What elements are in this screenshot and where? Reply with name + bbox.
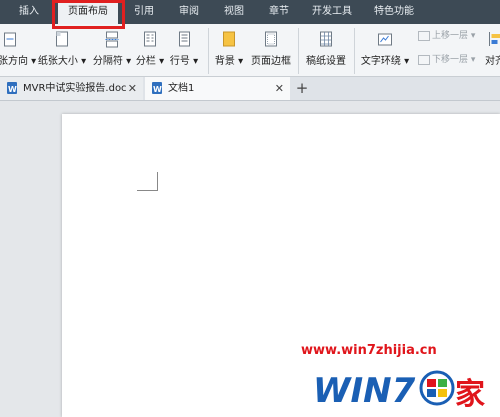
text-wrap-button[interactable]: 文字环绕 ▾: [358, 24, 412, 76]
separator-button[interactable]: 分隔符 ▾: [90, 24, 134, 76]
page-border-icon: [265, 31, 277, 47]
line-numbers-icon: [179, 31, 190, 47]
document-tab[interactable]: MVR中试实验报告.doc ✕: [0, 77, 143, 101]
new-tab-button[interactable]: +: [294, 77, 310, 100]
align-button[interactable]: 对齐: [480, 24, 500, 76]
ribbon: 纸张方向 ▾ 纸张大小 ▾ 分隔符 ▾ 分栏 ▾ 行号 ▾ 背景 ▾ 页面边框 …: [0, 24, 500, 97]
close-tab-icon[interactable]: ✕: [275, 77, 284, 100]
logo-text: WIN7: [313, 371, 416, 411]
tab-developer[interactable]: 开发工具: [312, 0, 352, 24]
align-icon: [489, 32, 500, 46]
bring-forward-button[interactable]: 上移一层 ▾: [418, 28, 475, 44]
columns-icon: [144, 31, 156, 47]
orientation-button[interactable]: 纸张方向 ▾: [0, 24, 36, 76]
tab-special[interactable]: 特色功能: [374, 0, 414, 24]
send-backward-icon: [418, 54, 430, 65]
manuscript-settings-button[interactable]: 稿纸设置: [302, 24, 350, 76]
paper-size-icon: [56, 31, 68, 47]
columns-button[interactable]: 分栏 ▾: [134, 24, 166, 76]
logo-char: 家: [455, 377, 485, 412]
line-numbers-button[interactable]: 行号 ▾: [167, 24, 201, 76]
ribbon-divider: [354, 28, 355, 74]
tab-section[interactable]: 章节: [269, 0, 289, 24]
word-doc-icon: [7, 78, 17, 101]
document-tab-bar: MVR中试实验报告.doc ✕ 文档1 ✕ +: [0, 77, 500, 101]
word-doc-icon: [152, 78, 162, 101]
watermark-logo: WIN7 家: [313, 370, 485, 412]
tab-review[interactable]: 审阅: [179, 0, 199, 24]
background-icon: [223, 31, 235, 47]
page-border-button[interactable]: 页面边框: [248, 24, 294, 76]
tab-insert[interactable]: 插入: [19, 0, 39, 24]
orientation-icon: [4, 32, 16, 47]
document-tab-active[interactable]: 文档1 ✕: [145, 77, 290, 101]
paper-size-button[interactable]: 纸张大小 ▾: [36, 24, 88, 76]
tab-view[interactable]: 视图: [224, 0, 244, 24]
ribbon-divider: [298, 28, 299, 74]
manuscript-icon: [320, 31, 332, 47]
send-backward-button[interactable]: 下移一层 ▾: [418, 52, 475, 68]
background-button[interactable]: 背景 ▾: [210, 24, 248, 76]
tab-references[interactable]: 引用: [134, 0, 154, 24]
watermark-url: www.win7zhijia.cn: [301, 343, 437, 358]
close-tab-icon[interactable]: ✕: [128, 77, 137, 100]
bring-forward-icon: [418, 30, 430, 41]
margin-corner-mark: [137, 172, 158, 191]
ribbon-divider: [208, 28, 209, 74]
highlight-box: [52, 0, 125, 29]
separator-icon: [105, 31, 119, 48]
text-wrap-icon: [378, 33, 392, 46]
